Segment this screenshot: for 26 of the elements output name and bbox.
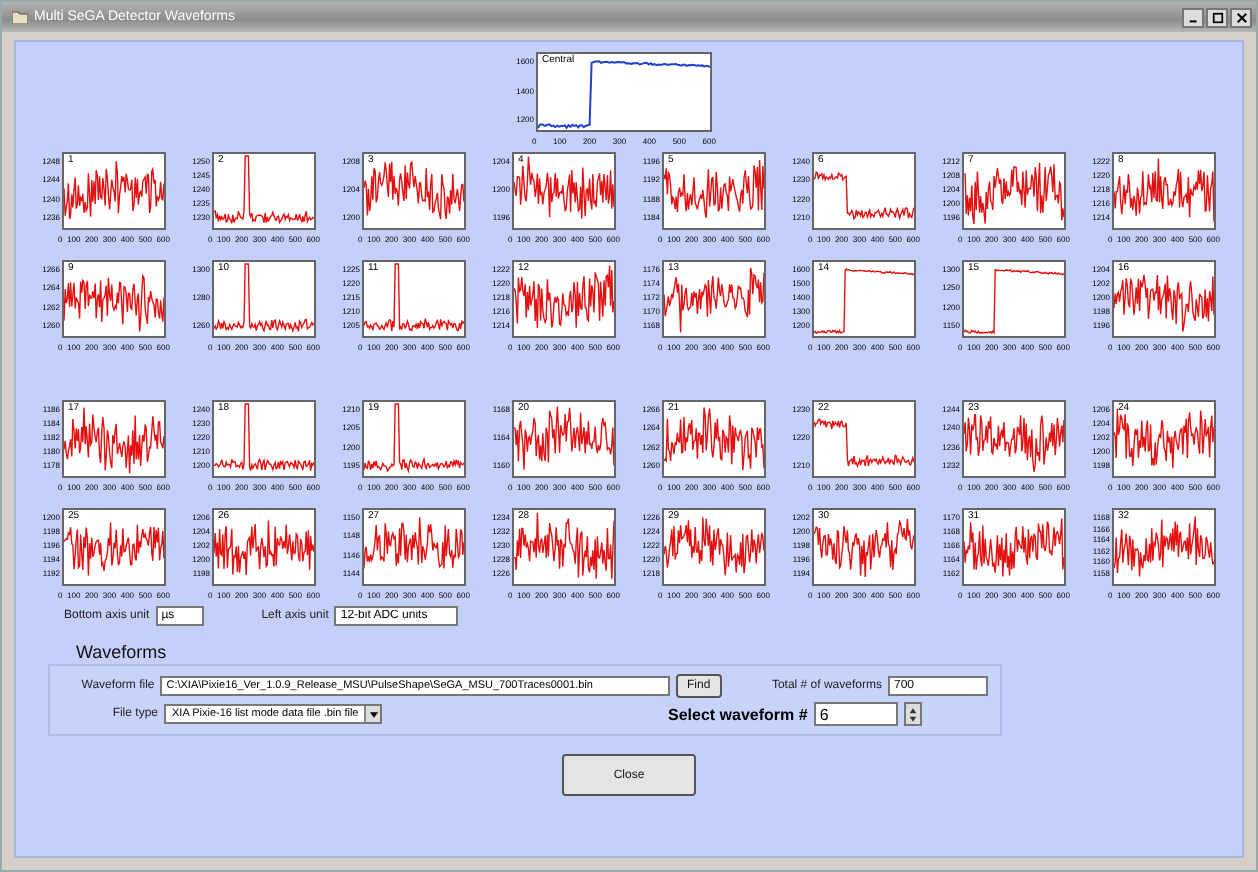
group-title: Waveforms (74, 642, 169, 662)
waveform-trace (364, 160, 464, 220)
close-window-button[interactable] (1230, 7, 1252, 27)
close-icon (1235, 11, 1247, 23)
waveform-trace (664, 159, 764, 219)
waveform-trace (814, 170, 914, 221)
waveform-trace (814, 418, 914, 469)
field-label: Select waveform # (668, 705, 808, 723)
waveform-trace (1114, 274, 1214, 333)
waveform-trace (964, 162, 1064, 225)
minimize-button[interactable] (1182, 7, 1204, 27)
waveform-trace (64, 160, 164, 220)
up-down-arrows-icon (907, 705, 918, 723)
folder-icon (12, 10, 28, 24)
waveform-trace (364, 516, 464, 570)
maximize-button[interactable] (1206, 7, 1228, 27)
spinner-buttons[interactable] (903, 702, 922, 726)
caret-icon (369, 711, 377, 717)
waveform-trace (64, 273, 164, 333)
waveform-trace (214, 519, 314, 576)
waveform-trace (514, 155, 614, 220)
waveform-trace (664, 516, 764, 576)
waveform-trace (814, 518, 914, 578)
waveform-trace (64, 521, 164, 577)
maximize-icon (1211, 11, 1223, 23)
waveform-number-field[interactable]: 6 (813, 702, 898, 726)
